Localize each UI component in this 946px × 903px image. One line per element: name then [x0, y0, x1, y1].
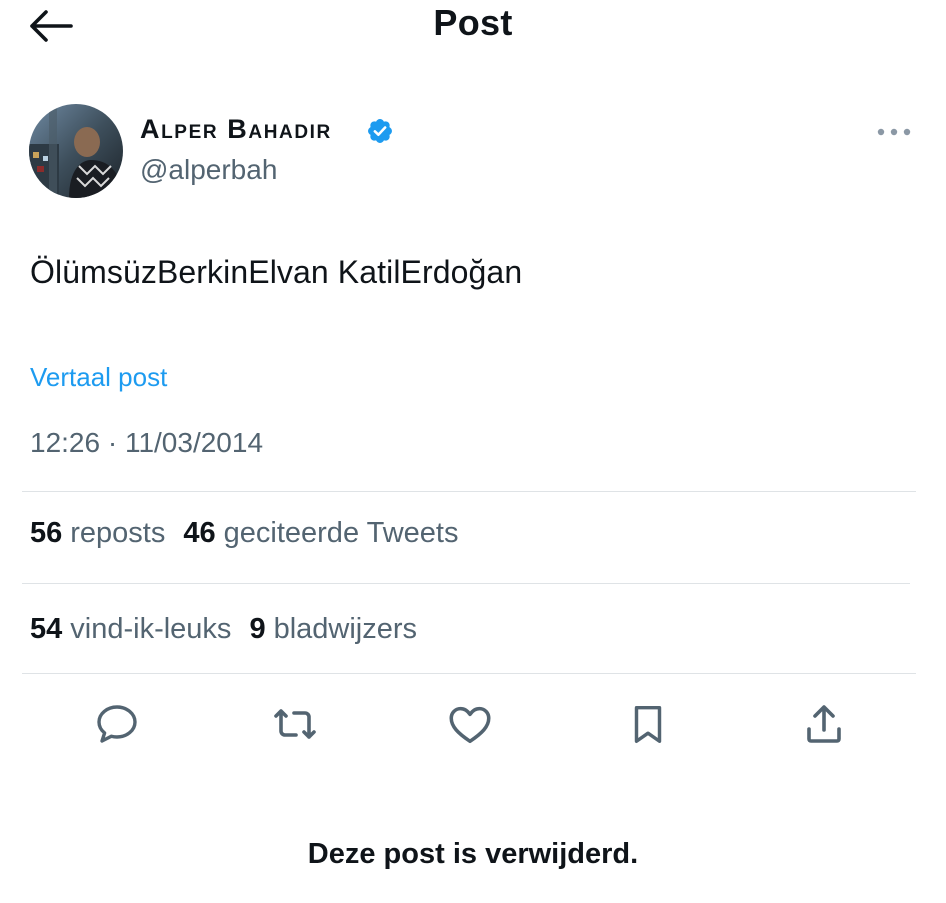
page-title: Post: [433, 2, 513, 43]
post-timestamp[interactable]: 12:26 · 11/03/2014: [30, 427, 263, 459]
repost-icon: [274, 709, 316, 739]
reposts-stat[interactable]: 56 reposts: [30, 517, 165, 550]
reply-icon: [97, 705, 137, 743]
bookmarks-count: 9: [249, 613, 266, 645]
reposts-count: 56: [30, 517, 63, 549]
likes-count: 54: [30, 613, 63, 645]
repost-button[interactable]: [267, 696, 323, 752]
verified-badge-icon: [366, 117, 394, 145]
reposts-label: reposts: [70, 517, 166, 549]
divider: [22, 583, 910, 584]
avatar-image: [29, 104, 123, 198]
stats-row-likes: 54 vind-ik-leuks 9 bladwijzers: [30, 613, 417, 646]
more-horizontal-icon: [877, 128, 911, 136]
share-button[interactable]: [796, 696, 852, 752]
like-icon: [449, 706, 491, 744]
quotes-count: 46: [183, 517, 216, 549]
divider: [22, 491, 916, 492]
quotes-label: geciteerde Tweets: [223, 517, 459, 549]
author-name[interactable]: Alper Bahadır: [140, 114, 332, 145]
likes-label: vind-ik-leuks: [70, 613, 232, 645]
likes-stat[interactable]: 54 vind-ik-leuks: [30, 613, 231, 646]
avatar[interactable]: [29, 104, 123, 198]
like-button[interactable]: [442, 696, 498, 752]
deleted-post-notice: Deze post is verwijderd.: [307, 838, 639, 870]
stats-row-reposts: 56 reposts 46 geciteerde Tweets: [30, 517, 458, 550]
bookmark-icon: [634, 705, 662, 743]
post-text: ÖlümsüzBerkinElvan KatilErdoğan: [30, 254, 523, 290]
share-icon: [807, 705, 841, 743]
more-options-button[interactable]: [874, 118, 914, 146]
author-handle[interactable]: @alperbah: [140, 154, 277, 186]
bookmarks-stat[interactable]: 9 bladwijzers: [249, 613, 417, 646]
reply-button[interactable]: [89, 696, 145, 752]
bookmark-button[interactable]: [620, 696, 676, 752]
quotes-stat[interactable]: 46 geciteerde Tweets: [183, 517, 458, 550]
translate-post-link[interactable]: Vertaal post: [30, 362, 167, 393]
divider: [22, 673, 916, 674]
bookmarks-label: bladwijzers: [273, 613, 418, 645]
